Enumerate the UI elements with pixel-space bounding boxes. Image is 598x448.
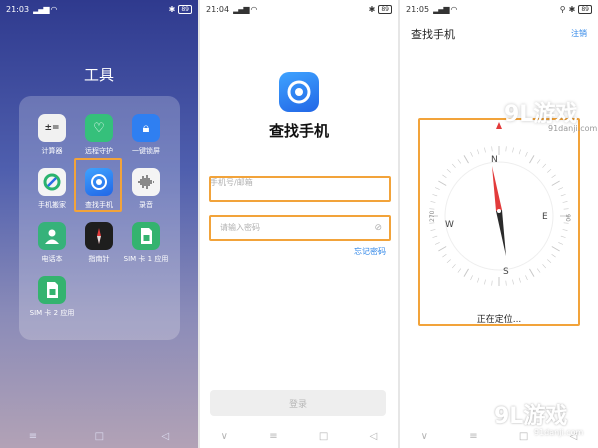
app-name: 查找手机 (268, 122, 329, 140)
status-bar: 21:04 ▂▄▆ ◠ ✱ 89 (200, 0, 398, 18)
bluetooth-icon: ✱ (168, 4, 176, 14)
home-nav-button[interactable]: □ (319, 431, 328, 442)
app-label: 计算器 (41, 147, 63, 155)
app-compass[interactable]: 指南针 (74, 222, 124, 264)
battery-icon: 89 (378, 4, 392, 14)
home-nav-button[interactable]: □ (95, 431, 104, 442)
battery-icon: 89 (578, 4, 592, 14)
app-label: 手机搬家 (38, 201, 66, 209)
menu-nav-button[interactable]: ≡ (29, 431, 37, 442)
app-label: SIM 卡 2 应用 (29, 309, 75, 317)
highlight-find-phone (74, 158, 122, 212)
collapse-nav-button[interactable]: ∨ (221, 431, 228, 442)
recorder-icon (132, 168, 160, 196)
app-sim1[interactable]: SIM 卡 1 应用 (121, 222, 171, 264)
battery-icon: 89 (178, 4, 192, 14)
sim-card-icon (38, 276, 66, 304)
nav-bar: ≡ □ ◁ (0, 424, 198, 448)
lock-icon: 🔒︎ (132, 114, 160, 142)
app-remote-guard[interactable]: ♡ 远程守护 (74, 114, 124, 156)
wifi-icon: ◠ (50, 4, 58, 14)
app-calculator[interactable]: ±= 计算器 (27, 114, 77, 156)
signal-icon: ▂▄▆ (233, 4, 250, 14)
menu-nav-button[interactable]: ≡ (469, 431, 477, 442)
highlight-password-field (209, 215, 391, 241)
location-icon: ⚲ (559, 4, 566, 14)
find-phone-logo-icon (279, 72, 319, 112)
highlight-account-field (209, 176, 391, 202)
back-nav-button[interactable]: ◁ (370, 431, 378, 442)
signal-icon: ▂▄▆ (433, 4, 450, 14)
phone-clone-icon (38, 168, 66, 196)
app-one-key-lock[interactable]: 🔒︎ 一键锁屏 (121, 114, 171, 156)
contacts-icon (38, 222, 66, 250)
app-label: 电话本 (41, 255, 63, 263)
highlight-compass (418, 118, 580, 326)
wifi-icon: ◠ (250, 4, 258, 14)
status-time: 21:04 (206, 4, 230, 14)
watermark-bottom-url: 91danji.com (534, 428, 584, 437)
find-phone-login-screen: 21:04 ▂▄▆ ◠ ✱ 89 查找手机 ⊘ 忘记密码 登录 ∨ ≡ □ ◁ (200, 0, 398, 448)
folder-title: 工具 (83, 66, 114, 84)
nav-bar: ∨ ≡ □ ◁ (200, 424, 398, 448)
status-time: 21:03 (6, 4, 30, 14)
bluetooth-icon: ✱ (568, 4, 576, 14)
forgot-password-link[interactable]: 忘记密码 (354, 246, 386, 257)
app-label: 指南针 (88, 255, 110, 263)
heart-shield-icon: ♡ (85, 114, 113, 142)
menu-nav-button[interactable]: ≡ (269, 431, 277, 442)
app-label: 录音 (139, 201, 153, 209)
sim-card-icon (132, 222, 160, 250)
app-phone-clone[interactable]: 手机搬家 (27, 168, 77, 210)
watermark-bottom-logo: 9L游戏 (494, 404, 568, 429)
logout-link[interactable]: 注销 (571, 28, 587, 39)
bluetooth-icon: ✱ (368, 4, 376, 14)
status-bar: 21:05 ▂▄▆ ◠ ⚲ ✱ 89 (400, 0, 598, 18)
folder-panel: ±= 计算器 ♡ 远程守护 🔒︎ 一键锁屏 手机搬家 查找手机 录音 电话本 指… (19, 96, 180, 340)
app-recorder[interactable]: 录音 (121, 168, 171, 210)
home-nav-button[interactable]: □ (519, 431, 528, 442)
app-label: SIM 卡 1 应用 (123, 255, 169, 263)
calculator-icon: ±= (38, 114, 66, 142)
collapse-nav-button[interactable]: ∨ (421, 431, 428, 442)
app-sim2[interactable]: SIM 卡 2 应用 (27, 276, 77, 318)
page-title: 查找手机 (411, 28, 455, 41)
login-button[interactable]: 登录 (210, 390, 386, 416)
locating-status: 正在定位... (476, 315, 522, 325)
signal-icon: ▂▄▆ (33, 4, 50, 14)
wifi-icon: ◠ (450, 4, 458, 14)
back-nav-button[interactable]: ◁ (162, 431, 170, 442)
compass-icon (85, 222, 113, 250)
watermark-top-url: 91danji.com (548, 124, 598, 133)
status-bar: 21:03 ▂▄▆ ◠ ✱ 89 (0, 0, 198, 18)
app-label: 一键锁屏 (132, 147, 160, 155)
app-contacts[interactable]: 电话本 (27, 222, 77, 264)
status-time: 21:05 (406, 4, 430, 14)
tools-folder-screen: 21:03 ▂▄▆ ◠ ✱ 89 工具 ±= 计算器 ♡ 远程守护 🔒︎ 一键锁… (0, 0, 198, 448)
locating-screen: 21:05 ▂▄▆ ◠ ⚲ ✱ 89 查找手机 注销 N E S W 270 9… (400, 0, 598, 448)
app-label: 远程守护 (85, 147, 113, 155)
